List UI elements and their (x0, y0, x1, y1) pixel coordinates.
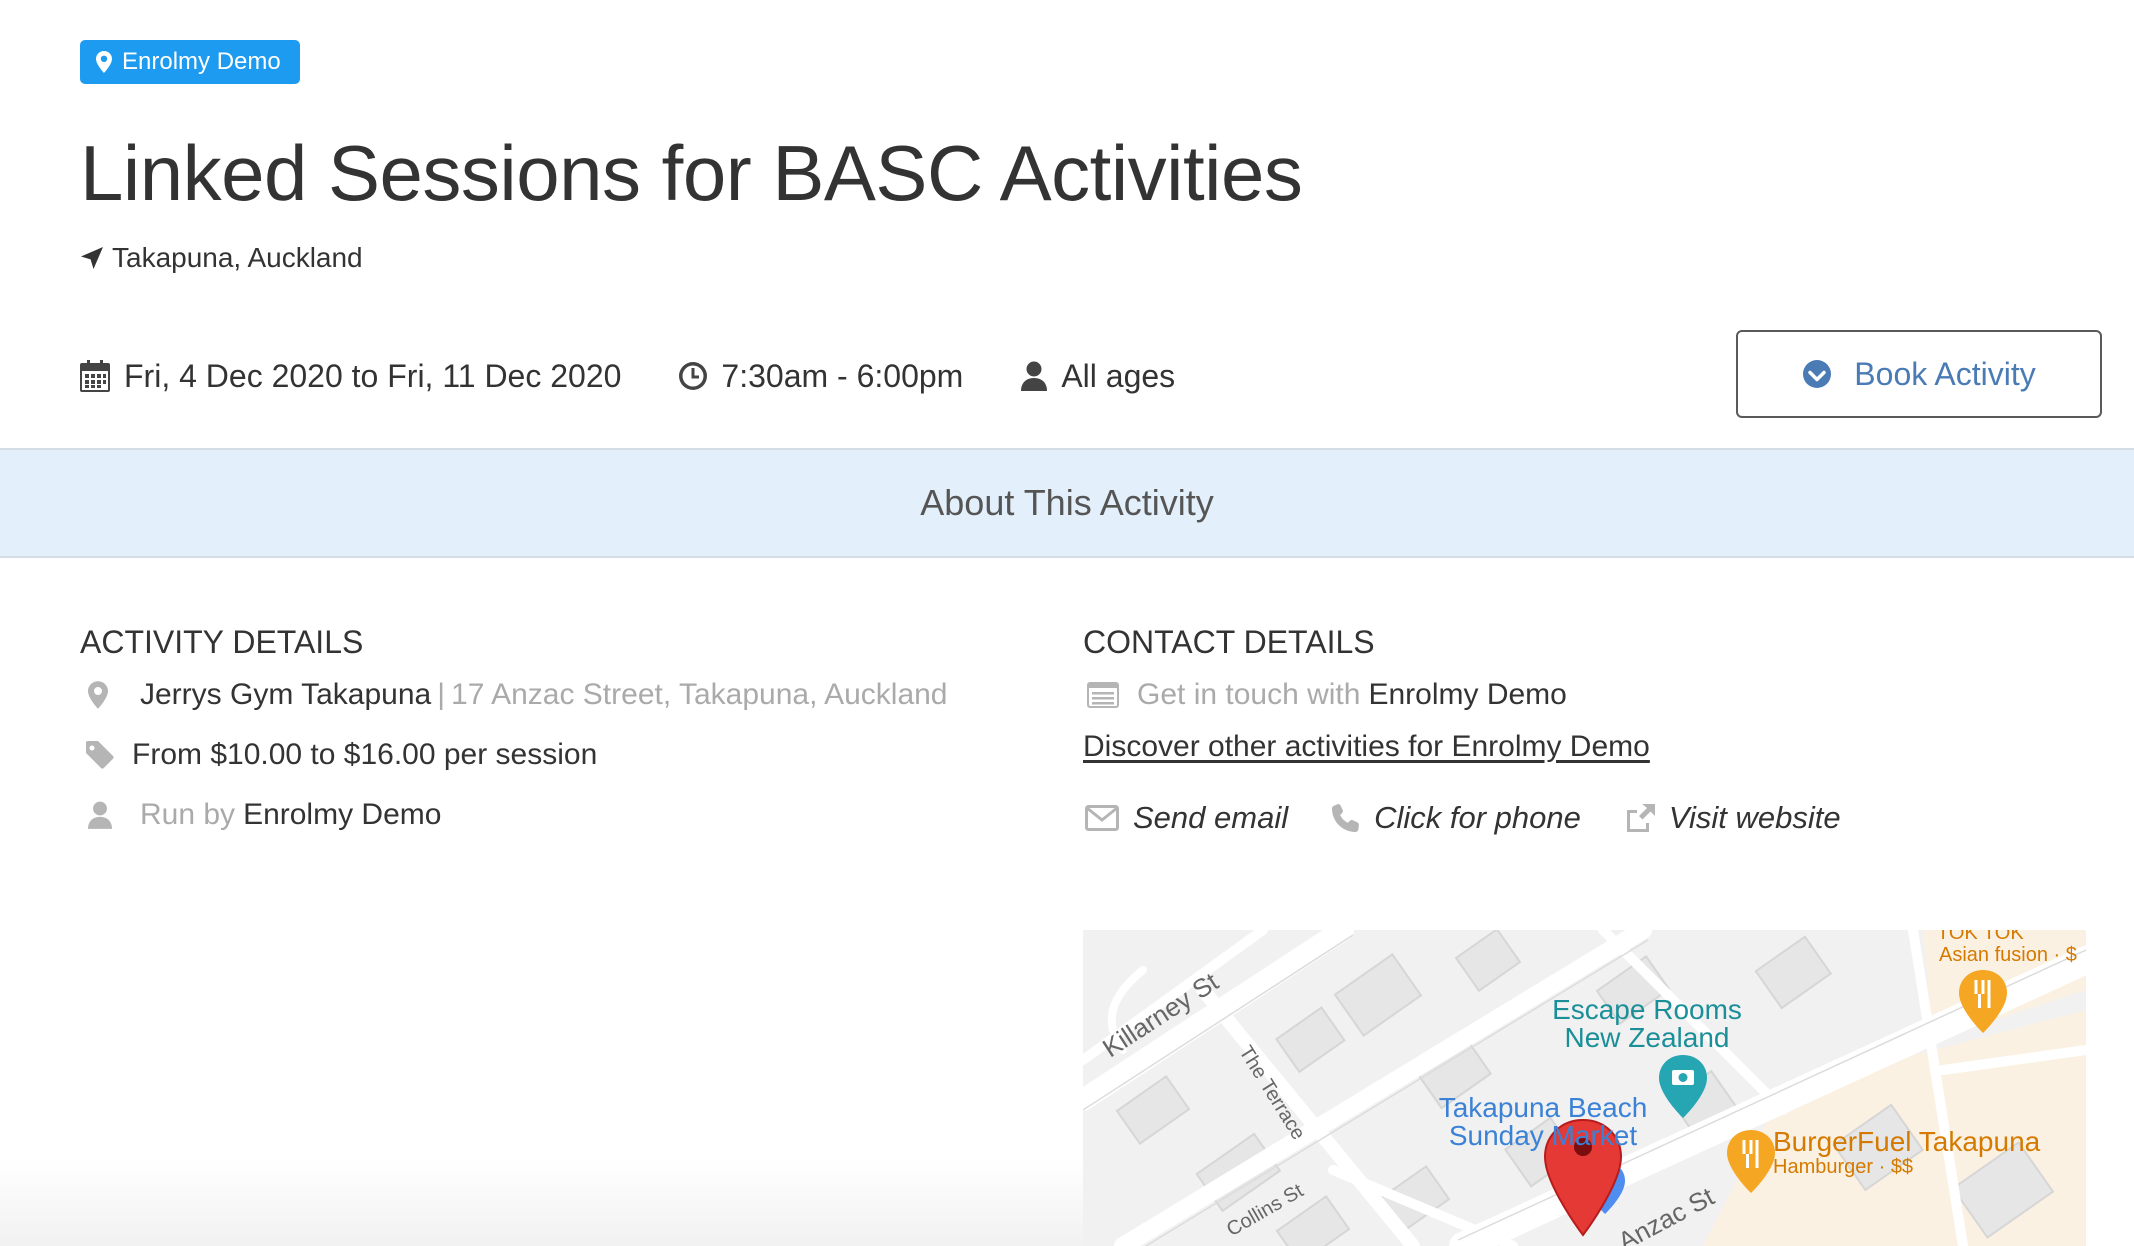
discover-activities-link[interactable]: Discover other activities for Enrolmy De… (1083, 730, 1650, 764)
map-label-market-line1: Takapuna Beach (1438, 1092, 1648, 1123)
location-arrow-icon (81, 247, 103, 269)
visit-website-label: Visit website (1668, 800, 1841, 835)
venue-separator: | (437, 678, 446, 711)
check-circle-icon (1803, 360, 1832, 388)
date-range-text: Fri, 4 Dec 2020 to Fri, 11 Dec 2020 (124, 357, 622, 394)
send-email-link[interactable]: Send email (1085, 800, 1288, 836)
map-label-asian-fusion: Asian fusion · $ (1939, 944, 2077, 966)
map-label-market-line2: Sunday Market (1448, 1120, 1638, 1151)
contact-card-icon (1087, 682, 1119, 708)
book-activity-label: Book Activity (1854, 355, 2036, 392)
location-map[interactable]: TOK TOK Asian fusion · $ Escape Rooms Ne… (1083, 930, 2086, 1246)
visit-website-link[interactable]: Visit website (1625, 800, 1841, 836)
map-label-escape-line2: New Zealand (1564, 1022, 1730, 1053)
map-label-escape-line1: Escape Rooms (1552, 994, 1742, 1025)
age-range: All ages (1021, 358, 1175, 395)
map-label-tok-tok: TOK TOK (1937, 930, 2024, 944)
location-text: Takapuna, Auckland (112, 242, 363, 273)
price-row: From $10.00 to $16.00 per session (86, 738, 597, 772)
run-by-row: Run by Enrolmy Demo (88, 798, 441, 832)
calendar-icon (80, 360, 110, 392)
map-label-burgerfuel: BurgerFuel Takapuna (1773, 1126, 2041, 1157)
book-activity-button[interactable]: Book Activity (1736, 330, 2102, 418)
venue-row: Jerrys Gym Takapuna | 17 Anzac Street, T… (88, 678, 948, 712)
get-in-touch-prefix: Get in touch with (1137, 678, 1361, 711)
tag-icon (86, 741, 114, 769)
run-by-name[interactable]: Enrolmy Demo (243, 798, 441, 832)
page-title: Linked Sessions for BASC Activities (80, 129, 1303, 217)
external-link-icon (1626, 804, 1655, 832)
envelope-icon (1085, 805, 1119, 831)
get-in-touch-name: Enrolmy Demo (1368, 678, 1567, 711)
map-marker-icon (96, 51, 112, 73)
map-label-escape-rooms: Escape Rooms New Zealand (1547, 996, 1747, 1052)
venue-name[interactable]: Jerrys Gym Takapuna (140, 678, 431, 712)
activity-page: Enrolmy Demo Linked Sessions for BASC Ac… (0, 0, 2134, 1246)
price-text: From $10.00 to $16.00 per session (132, 738, 598, 771)
contact-details-heading: CONTACT DETAILS (1083, 624, 1375, 660)
clock-icon (679, 362, 708, 390)
user-icon (1021, 361, 1048, 391)
phone-icon (1332, 804, 1360, 832)
contact-actions: Send email Click for phone Visit website (1085, 798, 1885, 838)
about-activity-tab[interactable]: About This Activity (0, 448, 2134, 558)
send-email-label: Send email (1133, 800, 1289, 835)
age-range-text: All ages (1061, 357, 1176, 394)
map-streets (1083, 930, 2086, 1246)
organization-badge[interactable]: Enrolmy Demo (80, 40, 300, 84)
click-for-phone-link[interactable]: Click for phone (1332, 800, 1581, 836)
activity-details-heading: ACTIVITY DETAILS (80, 624, 364, 660)
map-label-sunday-market: Takapuna Beach Sunday Market (1433, 1094, 1653, 1150)
organization-name: Enrolmy Demo (122, 48, 281, 75)
map-label-burgerfuel-sub: Hamburger · $$ (1773, 1156, 1914, 1178)
time-range-text: 7:30am - 6:00pm (721, 357, 964, 394)
get-in-touch-row: Get in touch with Enrolmy Demo (1087, 678, 1567, 712)
venue-address: 17 Anzac Street, Takapuna, Auckland (451, 678, 948, 711)
click-for-phone-label: Click for phone (1374, 800, 1581, 835)
run-by-prefix: Run by (140, 798, 236, 831)
user-icon (88, 801, 112, 829)
bottom-fade (0, 1160, 1083, 1246)
time-range: 7:30am - 6:00pm (679, 358, 963, 395)
map-marker-icon (88, 681, 108, 709)
about-activity-heading: About This Activity (920, 482, 1214, 523)
activity-meta: Fri, 4 Dec 2020 to Fri, 11 Dec 2020 7:30… (80, 356, 1233, 396)
activity-location: Takapuna, Auckland (80, 242, 363, 274)
date-range: Fri, 4 Dec 2020 to Fri, 11 Dec 2020 (80, 358, 621, 395)
